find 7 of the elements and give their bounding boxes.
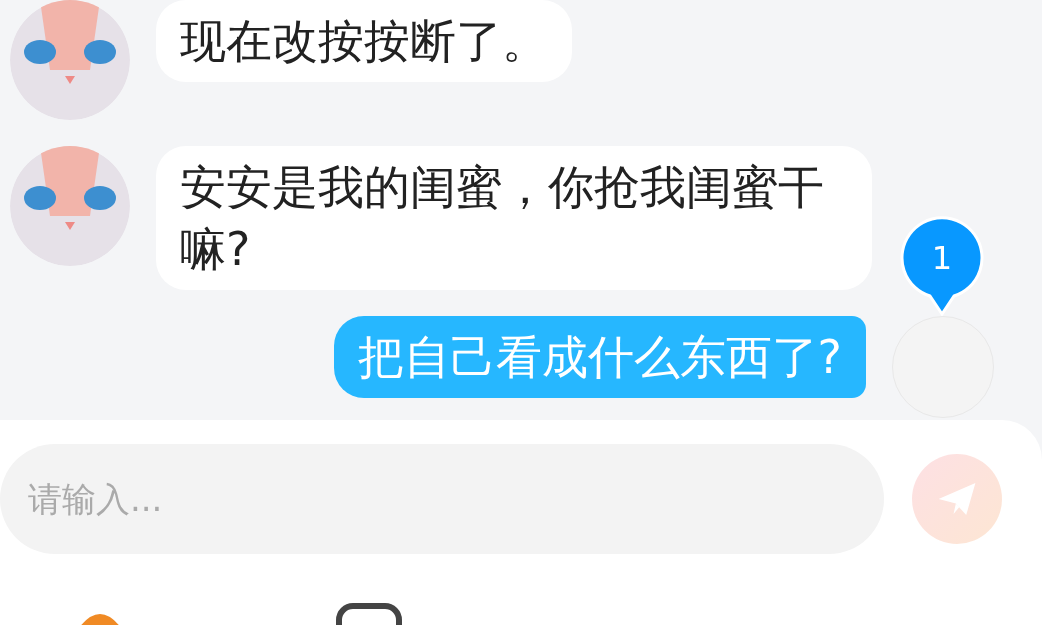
message-bubble: 现在改按按断了。 bbox=[156, 0, 572, 82]
message-input-field[interactable]: 请输入... bbox=[0, 444, 884, 554]
cat-avatar-icon[interactable] bbox=[10, 0, 130, 120]
message-bubble: 把自己看成什么东西了? bbox=[333, 316, 866, 398]
message-bubble: 安安是我的闺蜜，你抢我闺蜜干嘛? bbox=[156, 146, 872, 290]
unread-badge: 1 bbox=[900, 216, 984, 316]
cat-avatar-icon[interactable] bbox=[10, 146, 130, 266]
